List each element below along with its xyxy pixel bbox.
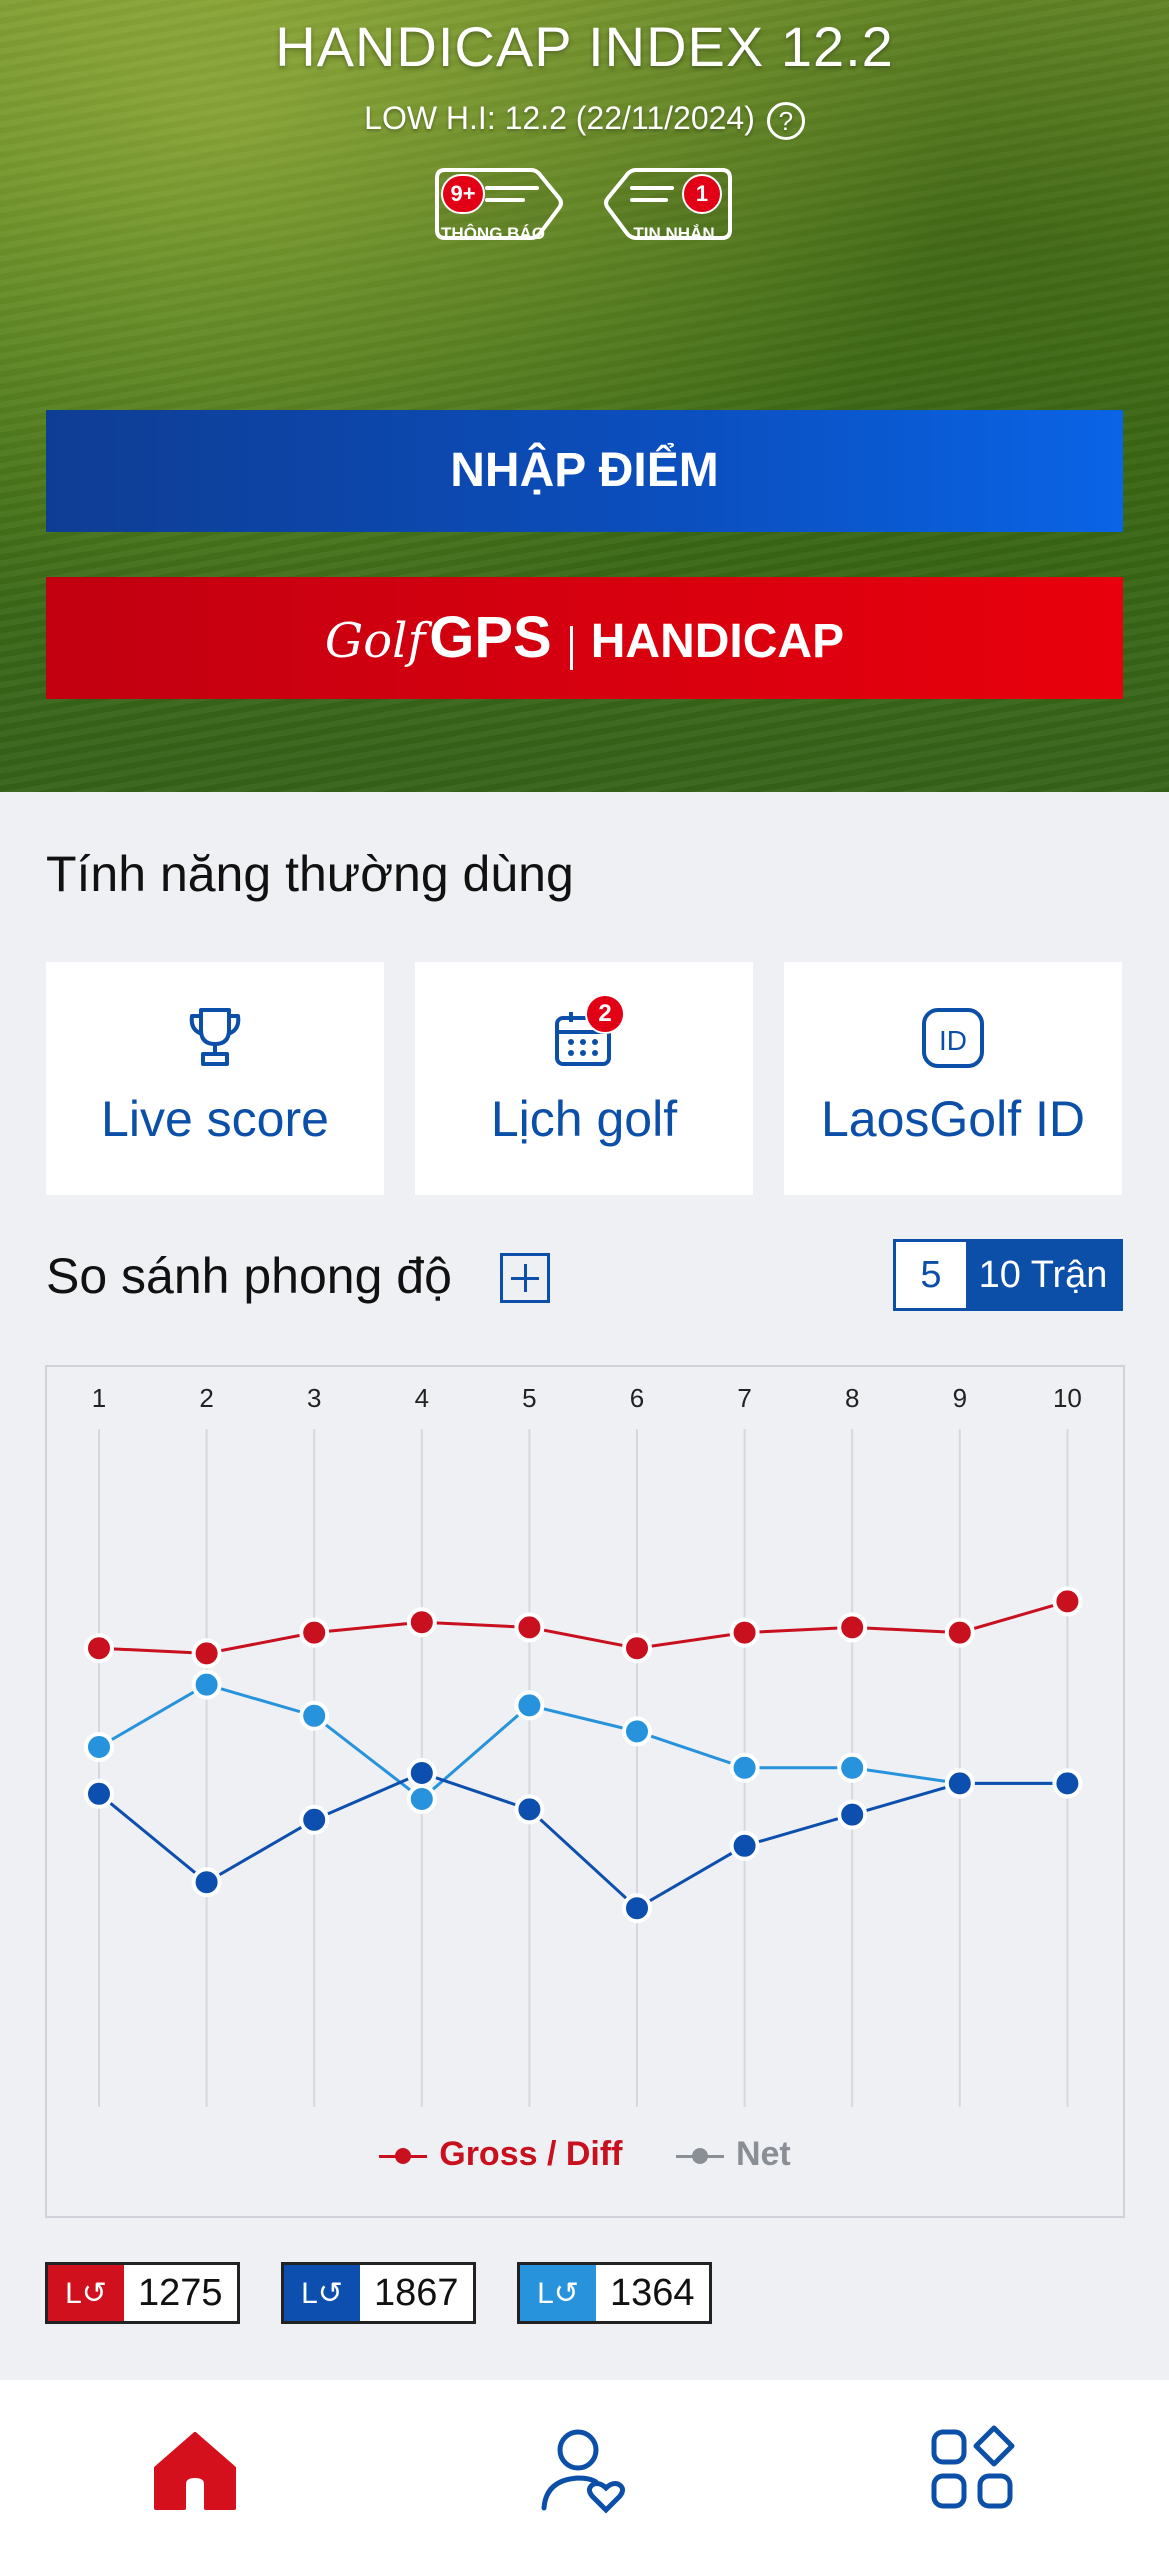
- home-icon[interactable]: [150, 2424, 240, 2514]
- x-tick-label: 3: [307, 1383, 321, 1413]
- data-point: [406, 1784, 437, 1814]
- compare-title: So sánh phong độ: [46, 1248, 452, 1304]
- x-tick-label: 6: [630, 1383, 644, 1413]
- features-title: Tính năng thường dùng: [46, 846, 574, 902]
- data-point: [944, 1617, 975, 1648]
- data-point: [191, 1638, 222, 1669]
- hero-banner: HANDICAP INDEX 12.2 LOW H.I: 12.2 (22/11…: [0, 0, 1169, 792]
- data-point: [514, 1690, 545, 1721]
- legend-net: Net: [675, 2135, 791, 2174]
- data-point: [514, 1612, 545, 1643]
- data-point: [299, 1804, 330, 1835]
- laosgolf-logo-icon: L↺: [284, 2265, 360, 2321]
- data-point: [84, 1778, 114, 1809]
- plus-square-icon[interactable]: [500, 1253, 550, 1303]
- feature-golf-calendar[interactable]: 2 Lịch golf: [415, 962, 753, 1195]
- feature-label: Lịch golf: [490, 1091, 678, 1147]
- laosgolf-logo-icon: L↺: [520, 2265, 596, 2321]
- data-point: [191, 1867, 222, 1898]
- x-tick-label: 1: [92, 1383, 106, 1413]
- series-line: [98, 1682, 1068, 1801]
- laosgolf-logo-icon: L↺: [48, 2265, 124, 2321]
- x-tick-label: 5: [522, 1383, 536, 1413]
- divider: [569, 626, 573, 671]
- legend-net-label: Net: [735, 2135, 791, 2173]
- low-hi-row: LOW H.I: 12.2 (22/11/2024)?: [0, 100, 1169, 140]
- feature-label: LaosGolf ID: [820, 1091, 1085, 1147]
- chart-plot: 1 2 3 4 5 6 7 8 9 10: [84, 1383, 1083, 2107]
- match-count-toggle: 5 10 Trận: [893, 1239, 1123, 1311]
- data-point: [622, 1893, 652, 1924]
- x-tick-label: 2: [199, 1383, 213, 1413]
- id-card-icon: ID: [922, 1008, 984, 1068]
- feature-laosgolf-id[interactable]: ID LaosGolf ID: [784, 962, 1122, 1195]
- chart-legend: Gross / Diff Net: [47, 2135, 1123, 2174]
- x-tick-label: 7: [737, 1383, 751, 1413]
- user-heart-icon[interactable]: [538, 2424, 628, 2514]
- legend-gross-label: Gross / Diff: [439, 2135, 623, 2173]
- series-line: [98, 1771, 1068, 1911]
- segment-10[interactable]: 10 Trận: [966, 1242, 1120, 1308]
- data-point: [837, 1612, 868, 1643]
- messages-button[interactable]: 1 TIN NHẮN: [602, 166, 734, 256]
- data-point: [1052, 1586, 1083, 1617]
- x-tick-label: 8: [845, 1383, 859, 1413]
- golf-wordmark: Golf: [324, 613, 426, 669]
- question-circle-icon[interactable]: ?: [766, 101, 805, 140]
- grid-icon[interactable]: [928, 2424, 1018, 2514]
- data-point: [729, 1752, 760, 1783]
- notification-badge: 9+: [441, 174, 485, 214]
- data-point: [191, 1669, 222, 1700]
- golf-gps-handicap-button[interactable]: GolfGPS HANDICAP: [46, 577, 1123, 699]
- data-point: [1052, 1768, 1083, 1799]
- gps-wordmark: GPS: [429, 605, 552, 670]
- handicap-label: HANDICAP: [590, 615, 845, 668]
- player-chip[interactable]: L↺ 1867: [281, 2262, 476, 2324]
- notifications-label: THÔNG BÁO: [441, 224, 545, 243]
- x-tick-label: 4: [415, 1383, 429, 1413]
- data-point: [622, 1716, 652, 1747]
- segment-5[interactable]: 5: [896, 1242, 966, 1308]
- data-point: [729, 1617, 760, 1648]
- low-hi-text: LOW H.I: 12.2 (22/11/2024): [364, 100, 755, 136]
- calendar-icon: [555, 1012, 611, 1066]
- data-point: [406, 1758, 437, 1788]
- data-point: [299, 1700, 330, 1731]
- x-tick-label: 10: [1053, 1383, 1082, 1413]
- player-chip[interactable]: L↺ 1364: [517, 2262, 712, 2324]
- player-value: 1867: [374, 2272, 459, 2314]
- player-value: 1275: [138, 2272, 223, 2314]
- message-badge: 1: [682, 174, 722, 214]
- bottom-nav: [0, 2380, 1169, 2552]
- data-point: [729, 1830, 760, 1861]
- enter-score-button[interactable]: NHẬP ĐIỂM: [46, 410, 1123, 532]
- x-tick-label: 9: [953, 1383, 967, 1413]
- data-point: [406, 1607, 437, 1638]
- trophy-icon: [189, 1008, 241, 1066]
- legend-gross: Gross / Diff: [379, 2135, 623, 2174]
- player-chip[interactable]: L↺ 1275: [45, 2262, 240, 2324]
- data-point: [837, 1752, 868, 1783]
- feature-live-score[interactable]: Live score: [46, 962, 384, 1195]
- data-point: [84, 1732, 114, 1762]
- data-point: [299, 1617, 330, 1648]
- messages-label: TIN NHẮN: [633, 224, 715, 243]
- performance-chart: 1 2 3 4 5 6 7 8 9 10 Gross / Diff Net: [45, 1365, 1125, 2218]
- data-point: [944, 1768, 975, 1799]
- handicap-index-title: HANDICAP INDEX 12.2: [275, 15, 894, 78]
- data-point: [622, 1633, 652, 1664]
- feature-label: Live score: [101, 1091, 329, 1147]
- svg-text:ID: ID: [939, 1025, 967, 1056]
- data-point: [514, 1794, 545, 1825]
- player-value: 1364: [610, 2272, 695, 2314]
- series-line: [98, 1599, 1068, 1655]
- data-point: [84, 1633, 114, 1664]
- calendar-badge: 2: [585, 994, 625, 1034]
- notifications-button[interactable]: 9+ THÔNG BÁO: [433, 166, 565, 256]
- data-point: [837, 1799, 868, 1830]
